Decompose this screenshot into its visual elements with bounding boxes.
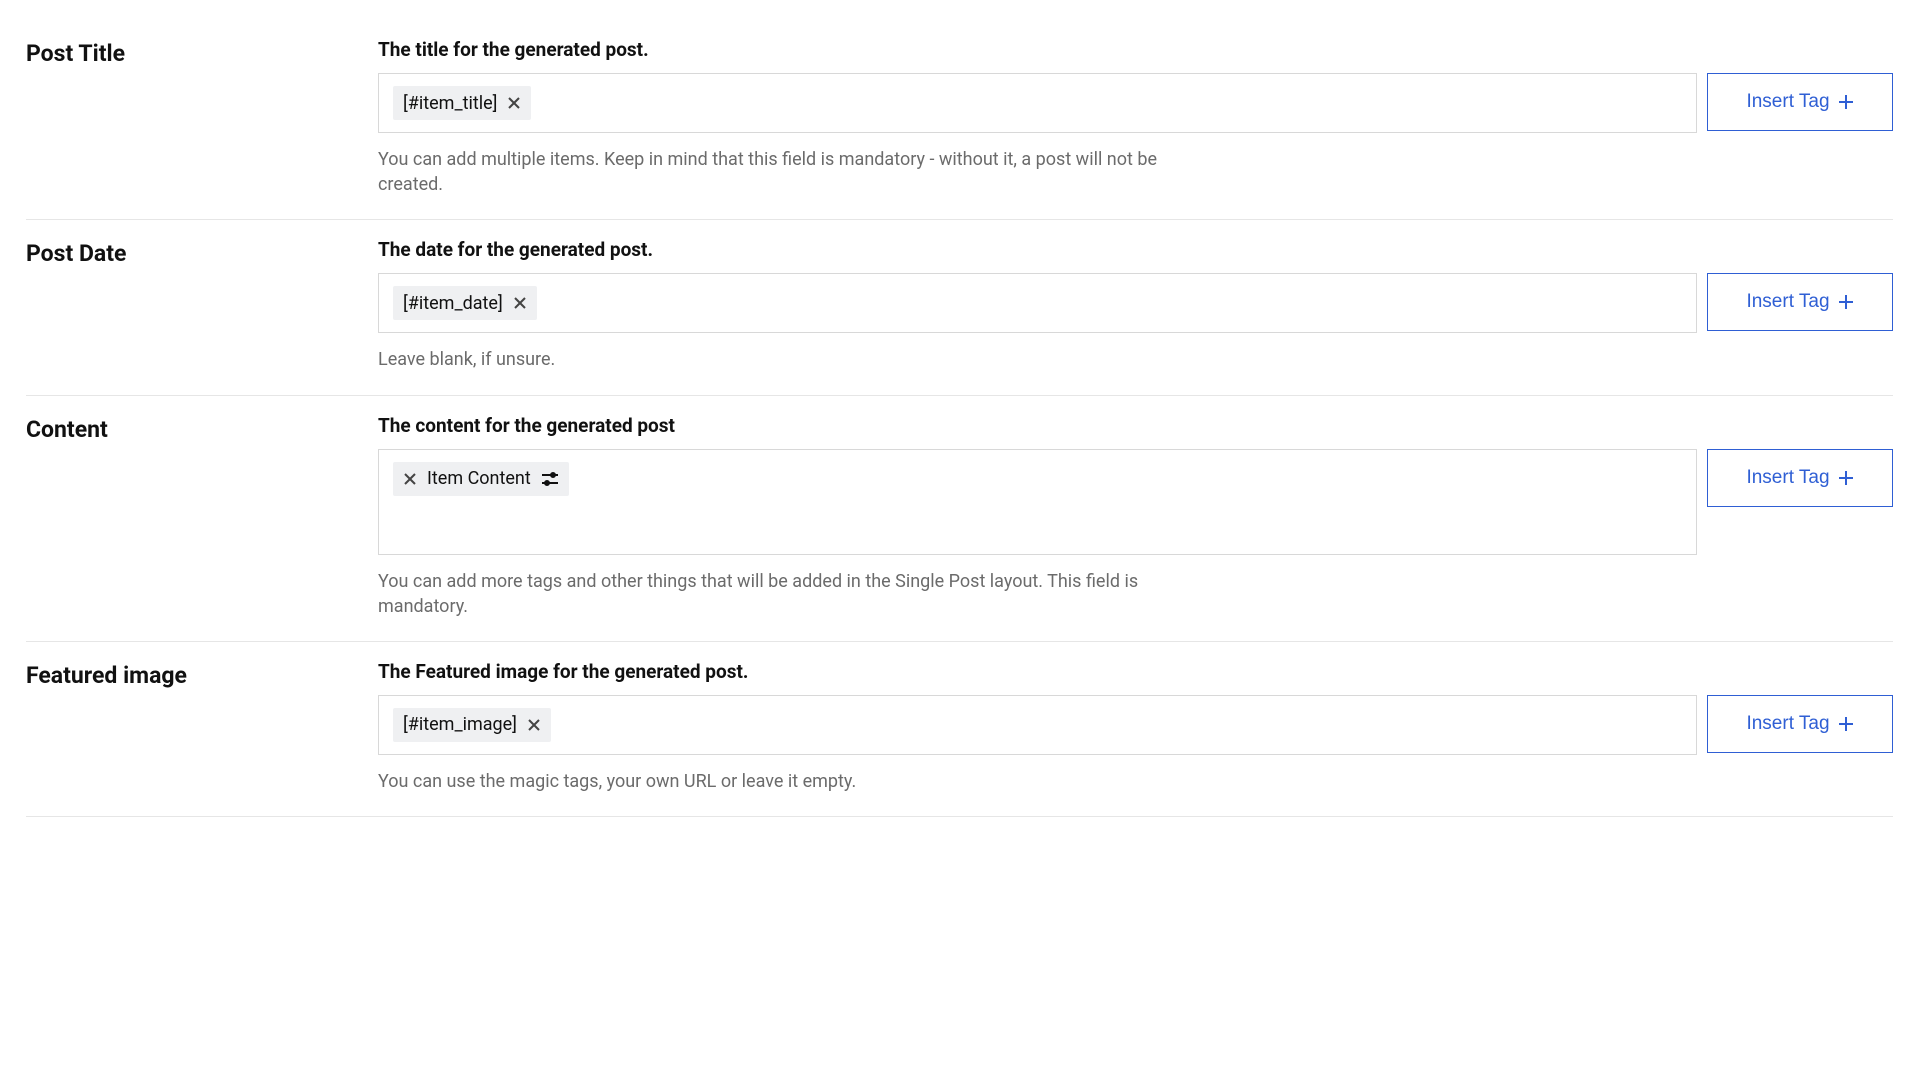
row-post-title: Post Title The title for the generated p…	[26, 20, 1893, 220]
row-content-col: The content for the generated post Item …	[378, 414, 1893, 619]
tag-chip-text: Item Content	[427, 468, 531, 489]
input-row: [#item_image] Insert Tag	[378, 695, 1893, 755]
featured-image-label: Featured image	[26, 662, 378, 689]
close-icon[interactable]	[507, 96, 521, 110]
tag-chip: Item Content	[393, 462, 569, 496]
featured-image-helper: You can use the magic tags, your own URL…	[378, 769, 1178, 794]
insert-tag-button[interactable]: Insert Tag	[1707, 73, 1893, 131]
row-content-col: The date for the generated post. [#item_…	[378, 238, 1893, 372]
row-label-col: Content	[26, 414, 378, 619]
close-icon[interactable]	[513, 296, 527, 310]
featured-image-sublabel: The Featured image for the generated pos…	[378, 660, 1893, 683]
post-date-label: Post Date	[26, 240, 378, 267]
tag-chip: [#item_title]	[393, 86, 531, 120]
row-label-col: Featured image	[26, 660, 378, 794]
input-row: Item Content Insert Tag	[378, 449, 1893, 555]
featured-image-input[interactable]: [#item_image]	[378, 695, 1697, 755]
content-input[interactable]: Item Content	[378, 449, 1697, 555]
insert-tag-label: Insert Tag	[1746, 291, 1829, 313]
plus-icon	[1838, 716, 1854, 732]
plus-icon	[1838, 294, 1854, 310]
insert-tag-button[interactable]: Insert Tag	[1707, 273, 1893, 331]
insert-tag-button[interactable]: Insert Tag	[1707, 695, 1893, 753]
content-label: Content	[26, 416, 378, 443]
tag-chip-text: [#item_date]	[403, 293, 503, 314]
post-title-sublabel: The title for the generated post.	[378, 38, 1893, 61]
post-date-helper: Leave blank, if unsure.	[378, 347, 1178, 372]
input-row: [#item_title] Insert Tag	[378, 73, 1893, 133]
content-sublabel: The content for the generated post	[378, 414, 1893, 437]
post-title-helper: You can add multiple items. Keep in mind…	[378, 147, 1178, 197]
row-content-col: The Featured image for the generated pos…	[378, 660, 1893, 794]
tag-chip-text: [#item_title]	[403, 93, 497, 114]
post-title-label: Post Title	[26, 40, 378, 67]
row-label-col: Post Title	[26, 38, 378, 197]
insert-tag-label: Insert Tag	[1746, 713, 1829, 735]
close-icon[interactable]	[403, 472, 417, 486]
plus-icon	[1838, 470, 1854, 486]
tag-chip: [#item_image]	[393, 708, 551, 742]
plus-icon	[1838, 94, 1854, 110]
tag-chip: [#item_date]	[393, 286, 537, 320]
sliders-icon[interactable]	[541, 470, 559, 488]
input-row: [#item_date] Insert Tag	[378, 273, 1893, 333]
post-title-input[interactable]: [#item_title]	[378, 73, 1697, 133]
insert-tag-label: Insert Tag	[1746, 91, 1829, 113]
content-helper: You can add more tags and other things t…	[378, 569, 1178, 619]
post-date-input[interactable]: [#item_date]	[378, 273, 1697, 333]
insert-tag-label: Insert Tag	[1746, 467, 1829, 489]
row-content: Content The content for the generated po…	[26, 396, 1893, 642]
row-content-col: The title for the generated post. [#item…	[378, 38, 1893, 197]
close-icon[interactable]	[527, 718, 541, 732]
row-featured-image: Featured image The Featured image for th…	[26, 642, 1893, 817]
post-date-sublabel: The date for the generated post.	[378, 238, 1893, 261]
insert-tag-button[interactable]: Insert Tag	[1707, 449, 1893, 507]
tag-chip-text: [#item_image]	[403, 714, 517, 735]
row-post-date: Post Date The date for the generated pos…	[26, 220, 1893, 395]
row-label-col: Post Date	[26, 238, 378, 372]
